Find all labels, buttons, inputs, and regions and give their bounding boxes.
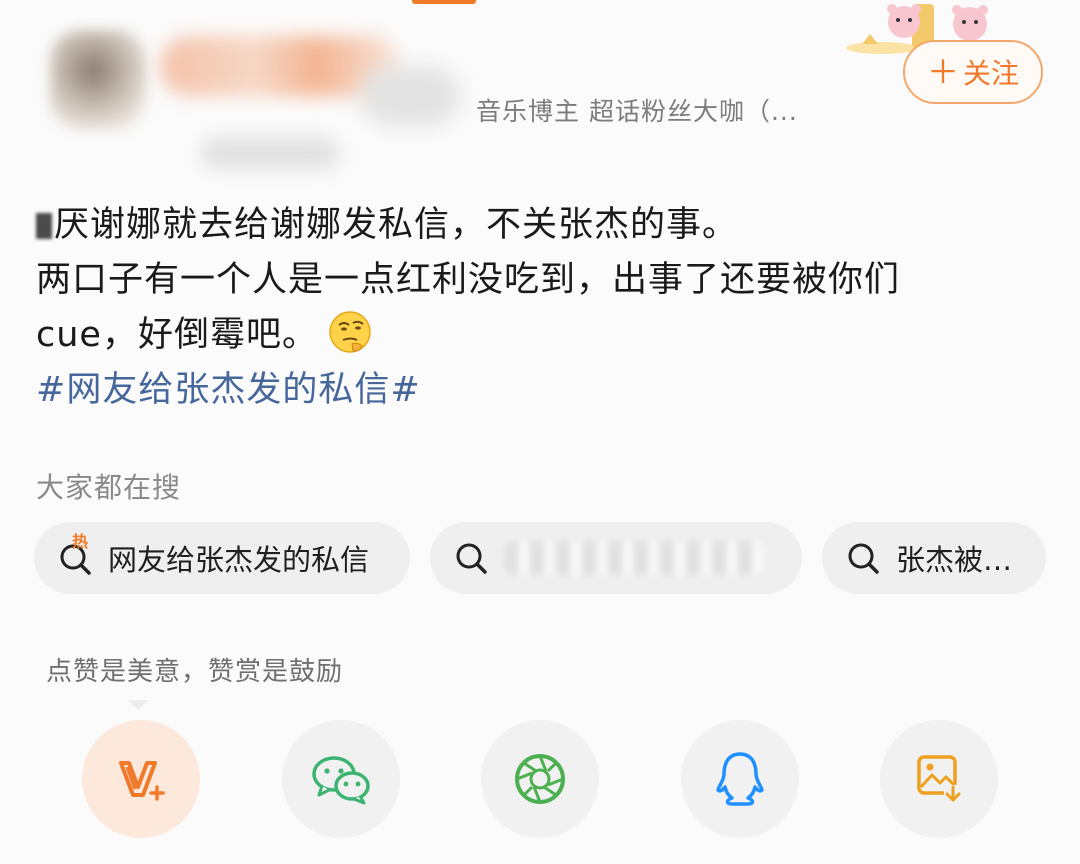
avatar[interactable] — [50, 30, 146, 130]
search-chip-2[interactable] — [430, 522, 802, 594]
v-plus-icon — [119, 761, 165, 801]
moments-icon — [515, 754, 565, 804]
wechat-icon — [312, 756, 370, 805]
hot-search-icon: 热 — [58, 532, 94, 576]
tip-caret — [128, 700, 148, 710]
follow-button[interactable]: ＋ 关注 — [903, 40, 1043, 104]
save-image-button[interactable] — [880, 720, 998, 838]
qq-icon — [716, 752, 764, 806]
post-content: 厌谢娜就去给谢娜发私信，不关张杰的事。 两口子有一个人是一点红利没吃到，出事了还… — [36, 198, 1046, 418]
post-line-2: 两口子有一个人是一点红利没吃到，出事了还要被你们 — [36, 260, 901, 300]
post-header: 音乐博主 超话粉丝大咖（... ＋ 关注 — [0, 0, 1080, 180]
post-time-redacted — [200, 136, 340, 170]
search-icon — [454, 540, 490, 576]
post-line-1: 厌谢娜就去给谢娜发私信，不关张杰的事。 — [36, 198, 1046, 253]
post-line-3: cue，好倒霉吧。 — [36, 308, 1046, 363]
search-chip-3[interactable]: 张杰被… — [822, 522, 1046, 594]
search-icon — [846, 540, 882, 576]
moments-share-button[interactable] — [481, 720, 599, 838]
save-image-icon — [917, 755, 962, 803]
post-line-3-text: cue，好倒霉吧。 — [36, 315, 318, 355]
thinking-face-emoji — [329, 311, 371, 353]
post-line-1-text: 厌谢娜就去给谢娜发私信，不关张杰的事。 — [54, 205, 739, 245]
share-row — [0, 720, 1080, 840]
search-chip-1[interactable]: 热 网友给张杰发的私信 — [34, 522, 410, 594]
v-plus-button[interactable] — [82, 720, 200, 838]
plus-icon: ＋ — [926, 53, 959, 91]
wechat-share-button[interactable] — [282, 720, 400, 838]
hot-badge: 热 — [72, 532, 89, 551]
redacted-char — [36, 213, 52, 239]
search-chip-label: 张杰被… — [896, 543, 1013, 577]
search-chip-label: 网友给张杰发的私信 — [108, 543, 370, 577]
user-tags: 音乐博主 超话粉丝大咖（... — [476, 97, 798, 126]
user-badge-redacted — [360, 66, 460, 126]
search-section-title: 大家都在搜 — [36, 471, 182, 504]
reward-tip: 点赞是美意，赞赏是鼓励 — [46, 657, 344, 687]
hashtag-link[interactable]: #网友给张杰发的私信# — [36, 363, 1046, 418]
search-chip-label-redacted — [504, 541, 764, 575]
follow-label: 关注 — [963, 57, 1020, 90]
qq-share-button[interactable] — [681, 720, 799, 838]
